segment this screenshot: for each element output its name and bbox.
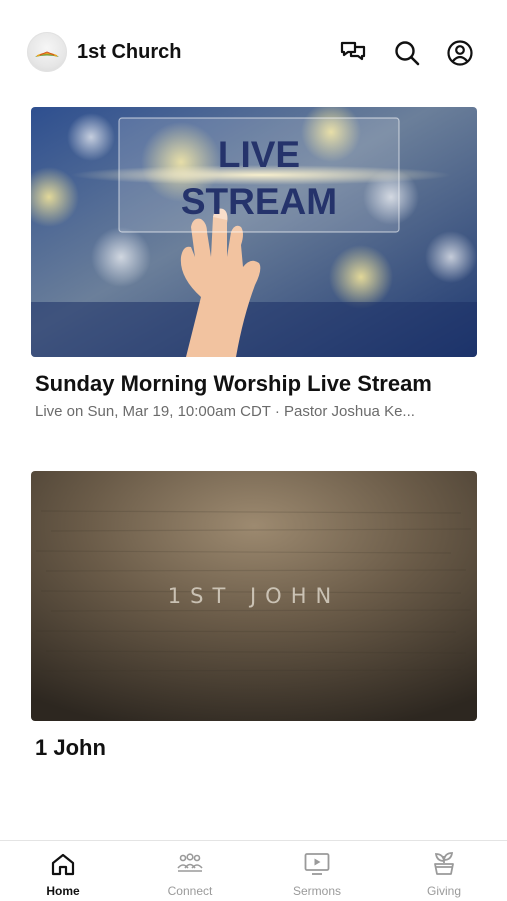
sermon-series-card[interactable]: 1ST JOHN 1 John <box>31 471 477 761</box>
stream-text: STREAM <box>181 181 337 222</box>
chat-icon[interactable] <box>339 39 367 67</box>
tab-connect-label: Connect <box>167 884 213 898</box>
sermon-series-image: 1ST JOHN <box>31 471 477 721</box>
home-icon <box>51 853 75 876</box>
livestream-image: LIVE STREAM <box>31 107 477 357</box>
bottom-tab-bar: Home Connect Sermons Giving <box>0 840 507 901</box>
tab-connect[interactable]: Connect <box>127 841 253 901</box>
sermon-series-thumbnail[interactable]: 1ST JOHN <box>31 471 477 721</box>
church-name: 1st Church <box>77 41 182 63</box>
livestream-card[interactable]: LIVE STREAM Sunday Morning Worship Live … <box>31 107 477 420</box>
sermon-series-title[interactable]: 1 John <box>35 735 477 761</box>
livestream-title[interactable]: Sunday Morning Worship Live Stream <box>35 371 477 397</box>
people-icon <box>177 853 203 872</box>
livestream-subtitle: Live on Sun, Mar 19, 10:00am CDT · Pasto… <box>35 403 415 420</box>
tab-sermons-label: Sermons <box>292 884 342 898</box>
tv-play-icon <box>304 853 330 875</box>
app-header: 1st Church <box>0 0 507 100</box>
series-title-text: 1ST JOHN <box>168 584 340 608</box>
church-logo-icon <box>35 51 59 57</box>
search-icon[interactable] <box>393 39 421 67</box>
account-icon[interactable] <box>446 39 474 67</box>
tab-giving-label: Giving <box>426 884 461 898</box>
livestream-thumbnail[interactable]: LIVE STREAM <box>31 107 477 357</box>
church-logo[interactable] <box>27 32 67 72</box>
live-text: LIVE <box>218 134 300 175</box>
plant-icon <box>434 852 454 875</box>
tab-home[interactable]: Home <box>0 841 126 901</box>
tab-home-label: Home <box>46 884 80 898</box>
tab-sermons[interactable]: Sermons <box>254 841 380 901</box>
tab-giving[interactable]: Giving <box>381 841 507 901</box>
